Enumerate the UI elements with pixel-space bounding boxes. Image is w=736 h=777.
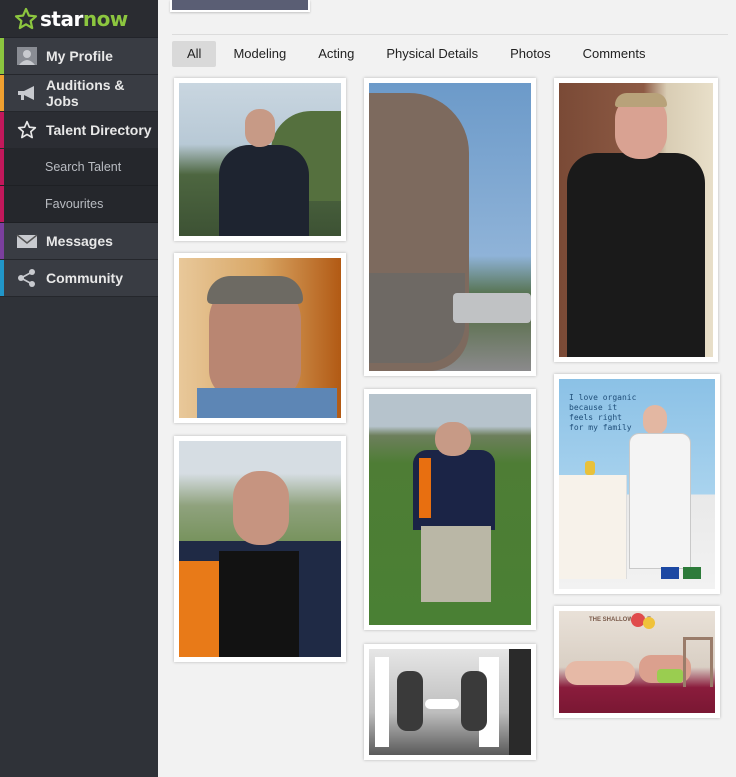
sidebar-stripe [0,38,4,74]
tab-modeling[interactable]: Modeling [218,41,301,67]
photo-thumbnail[interactable]: THE SHALLOW SOLE [554,606,720,718]
sidebar-item-label: Community [46,270,123,286]
tab-photos[interactable]: Photos [495,41,565,67]
profile-icon [16,46,38,66]
star-icon [16,120,38,140]
photo-image [179,441,341,657]
photo-image [179,83,341,236]
photo-thumbnail[interactable] [174,253,346,423]
logo-text: starnow [40,6,128,31]
photo-thumbnail[interactable] [174,436,346,662]
sidebar-subitem-favourites[interactable]: Favourites [0,186,158,223]
sidebar-item-label: Talent Directory [46,122,152,138]
profile-header-photo[interactable] [170,0,310,12]
tab-physical-details[interactable]: Physical Details [371,41,493,67]
photo-image: THE SHALLOW SOLE [559,611,715,713]
sidebar-stripe [0,149,4,185]
tab-acting[interactable]: Acting [303,41,369,67]
sidebar-stripe [0,112,4,148]
megaphone-icon [16,83,38,103]
sidebar-item-my-profile[interactable]: My Profile [0,38,158,75]
sidebar-subitem-label: Search Talent [45,160,122,174]
photo-thumbnail[interactable] [364,389,536,630]
sidebar-item-talent-directory[interactable]: Talent Directory [0,112,158,149]
sidebar-stripe [0,223,4,259]
photo-thumbnail[interactable] [554,78,718,362]
photo-image [559,83,713,357]
envelope-icon [16,231,38,251]
photo-image [369,394,531,625]
sidebar-item-label: My Profile [46,48,113,64]
photo-thumbnail[interactable] [364,644,536,760]
photo-image [369,83,531,371]
photo-image: I love organic because it feels right fo… [559,379,715,589]
sidebar-stripe [0,186,4,222]
sidebar-item-community[interactable]: Community [0,260,158,297]
star-logo-icon [14,7,38,29]
sidebar-stripe [0,260,4,296]
starnow-logo[interactable]: starnow [0,0,158,38]
ad-headline: I love organic because it feels right fo… [569,393,637,432]
photo-tabs: All Modeling Acting Physical Details Pho… [172,34,728,68]
sidebar-subitem-search-talent[interactable]: Search Talent [0,149,158,186]
photo-thumbnail[interactable]: I love organic because it feels right fo… [554,374,720,594]
sidebar-item-label: Auditions & Jobs [46,77,125,109]
sidebar-subitem-label: Favourites [45,197,104,211]
photo-thumbnail[interactable] [364,78,536,376]
main-content: All Modeling Acting Physical Details Pho… [158,0,736,777]
tab-comments[interactable]: Comments [568,41,661,67]
tab-all[interactable]: All [172,40,217,67]
sidebar: starnow My Profile Auditions & Jobs Tale… [0,0,158,777]
share-icon [16,268,38,288]
sidebar-item-label: Messages [46,233,113,249]
photo-image [369,649,531,755]
photo-thumbnail[interactable] [174,78,346,241]
sidebar-item-messages[interactable]: Messages [0,223,158,260]
sidebar-stripe [0,75,4,111]
photo-image [179,258,341,418]
sidebar-item-auditions-jobs[interactable]: Auditions & Jobs [0,75,158,112]
